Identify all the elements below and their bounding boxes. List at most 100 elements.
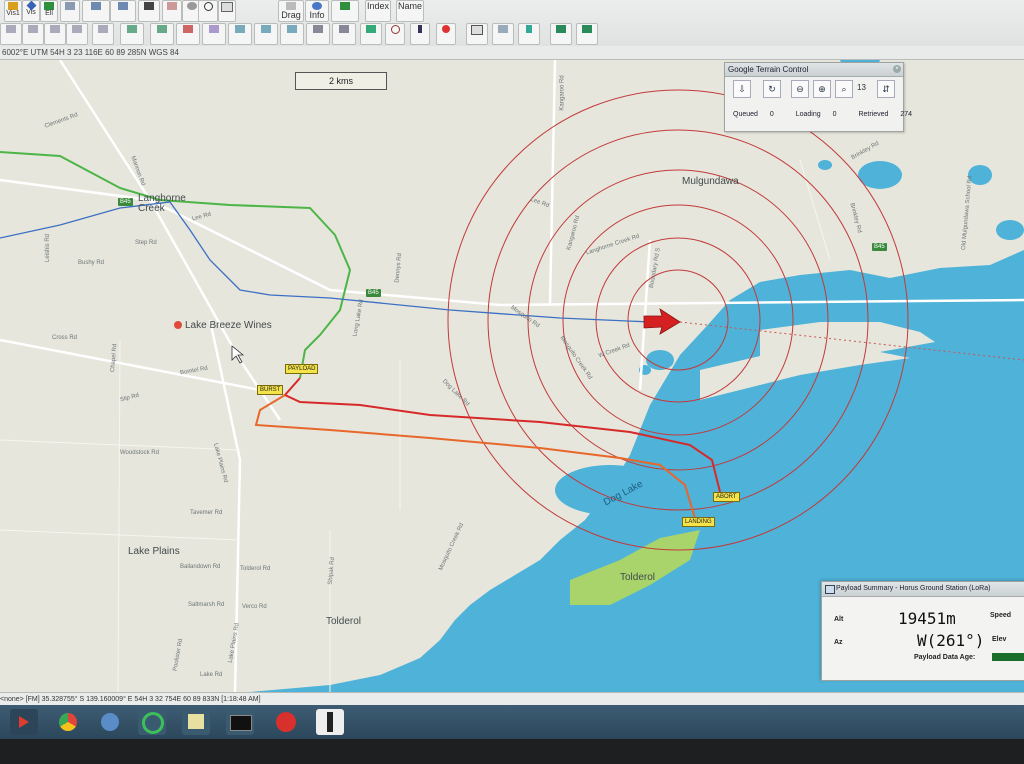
terrain-download-button[interactable]: ⇩ (733, 80, 751, 98)
status-bar: <none> [FM] 35.328755° S 139.160009° E 5… (0, 692, 1024, 706)
chrome-taskbar-button[interactable] (54, 709, 82, 735)
screen: Vis1 Vis Ell Drag Info Index Name 6002°E… (0, 0, 1024, 764)
google-terrain-control-panel: Google Terrain Control × ⇩ ↻ ⊖ ⊕ ⌕ 13 ⇵ … (724, 62, 912, 132)
anchor-icon (418, 25, 422, 33)
monitor-bezel (0, 739, 1024, 764)
toolbar-button-7[interactable] (138, 0, 160, 22)
toolbar-button-4[interactable] (60, 0, 80, 22)
zoom-button-5[interactable] (92, 23, 114, 45)
toolbar-button-r2-13[interactable] (306, 23, 330, 45)
ring-icon (142, 712, 164, 734)
abort-marker[interactable]: ABORT (713, 492, 740, 502)
zoom-button-1[interactable] (0, 23, 22, 45)
index-button[interactable]: Index (365, 0, 391, 22)
zoom-button-2[interactable] (22, 23, 44, 45)
graph-button[interactable] (492, 23, 514, 45)
tool-icon (287, 25, 297, 33)
payload-summary-window: Payload Summary - Horus Ground Station (… (821, 581, 1024, 681)
payload-data-age-indicator (992, 653, 1024, 661)
app-taskbar-button[interactable] (182, 709, 210, 735)
lifebuoy-button[interactable] (436, 23, 456, 45)
terrain-zoom-in-button[interactable]: ⊕ (813, 80, 831, 98)
road-label: Step Rd (135, 240, 157, 246)
toolbar-button-6[interactable] (110, 0, 136, 22)
tool-icon (209, 25, 219, 33)
tool-icon (157, 25, 167, 33)
toolbar-button-r2-9[interactable] (202, 23, 226, 45)
hand-icon (167, 2, 177, 10)
info-button[interactable]: Info (305, 0, 329, 22)
toolbar-button-14[interactable] (331, 0, 359, 22)
app-taskbar-button[interactable] (138, 709, 166, 735)
town-label: Tolderol (620, 572, 656, 583)
payload-marker[interactable]: PAYLOAD (285, 364, 319, 374)
chart-window-button[interactable] (466, 23, 488, 45)
town-label: Tolderol (326, 616, 362, 627)
toolbar-button-r2-8[interactable] (176, 23, 200, 45)
download-icon: ⇩ (738, 84, 746, 94)
export-button[interactable] (550, 23, 572, 45)
taskbar (0, 705, 1024, 739)
road-label: Woodstock Rd (120, 450, 159, 456)
import-icon (582, 25, 592, 33)
import-button[interactable] (576, 23, 598, 45)
toolbar-button-5[interactable] (82, 0, 110, 22)
highway-shield: B45 (118, 198, 133, 206)
toolbar-button-r2-14[interactable] (332, 23, 356, 45)
mouse-cursor-icon (231, 345, 245, 364)
page-icon (221, 2, 233, 12)
antenna-icon (526, 25, 532, 33)
toolbar-button-8[interactable] (162, 0, 182, 22)
zoom-button-3[interactable] (44, 23, 66, 45)
app-taskbar-button[interactable] (316, 709, 344, 735)
toolbar-button-r2-12[interactable] (280, 23, 304, 45)
road-label: Tavemer Rd (190, 510, 223, 516)
arrows-icon: ⇵ (882, 84, 890, 94)
payload-data-age-label: Payload Data Age: (914, 654, 976, 661)
terrain-refresh-button[interactable]: ↻ (763, 80, 781, 98)
landing-marker[interactable]: LANDING (682, 517, 715, 527)
toolbar-button-r2-15[interactable] (360, 23, 382, 45)
toolbar-button-r2-6[interactable] (120, 23, 144, 45)
terrain-zoom-out-button[interactable]: ⊖ (791, 80, 809, 98)
terrain-settings-button[interactable]: ⇵ (877, 80, 895, 98)
azimuth-value: W(261°) (917, 631, 985, 650)
road-icon (327, 712, 333, 732)
terrain-panel-title: Google Terrain Control × (725, 63, 903, 77)
toolbar-button-r2-7[interactable] (150, 23, 174, 45)
square-icon (44, 2, 54, 10)
vis-button[interactable]: Vis (22, 0, 40, 22)
drag-button[interactable]: Drag (278, 0, 304, 22)
anchor-button[interactable] (410, 23, 430, 45)
window-icon (118, 2, 128, 10)
app-taskbar-button[interactable] (272, 709, 300, 735)
crosshair-button[interactable] (385, 23, 405, 45)
tool-icon (261, 25, 271, 33)
burst-marker[interactable]: BURST (257, 385, 284, 395)
vis1-button[interactable]: Vis1 (4, 0, 22, 22)
search-button[interactable] (198, 0, 218, 22)
antenna-button[interactable] (518, 23, 540, 45)
terrain-status: Queued 0 Loading 0 Retrieved 274 (733, 111, 913, 118)
zoom-icon (72, 25, 82, 33)
zoom-icon (28, 25, 38, 33)
road-label: Bushy Rd (78, 260, 105, 266)
app-taskbar-button[interactable] (96, 709, 124, 735)
pond (996, 220, 1024, 240)
terrain-search-button[interactable]: ⌕ (835, 80, 853, 98)
payload-window-title: Payload Summary - Horus Ground Station (… (822, 582, 1024, 597)
close-icon[interactable]: × (893, 65, 901, 73)
name-button[interactable]: Name (396, 0, 424, 22)
road-label: Kangaroo Rd (559, 75, 566, 111)
export-icon (556, 25, 566, 33)
zoom-button-4[interactable] (66, 23, 88, 45)
toolbar-button-r2-11[interactable] (254, 23, 278, 45)
ell-button[interactable]: Ell (40, 0, 58, 22)
scale-bar: 2 kms (295, 72, 387, 90)
coordinate-bar: 6002°E UTM 54H 3 23 116E 60 89 285N WGS … (0, 46, 1024, 60)
start-button[interactable] (10, 709, 38, 735)
toolbar-button-r2-10[interactable] (228, 23, 252, 45)
toolbar-button-11[interactable] (218, 0, 236, 22)
window-icon (91, 2, 101, 10)
terminal-taskbar-button[interactable] (226, 709, 254, 735)
